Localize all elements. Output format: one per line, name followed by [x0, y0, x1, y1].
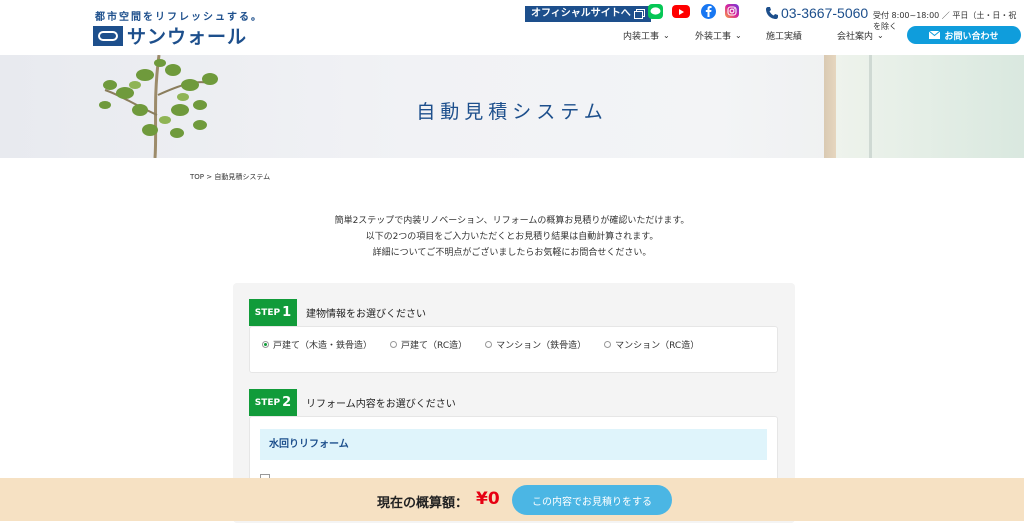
nav-label: 外装工事	[695, 32, 732, 42]
intro-line: 詳細についてご不明点がございましたらお気軽にお問合せください。	[372, 248, 652, 258]
nav-company[interactable]: 会社案内 ⌄	[837, 29, 884, 42]
nav-label: 会社案内	[837, 32, 874, 42]
step1-header: STEP 1 建物情報をお選びください	[249, 299, 426, 326]
nav-works[interactable]: 施工実績	[766, 29, 802, 42]
phone-icon	[766, 7, 778, 19]
section-water-reform: 水回りリフォーム	[260, 429, 767, 460]
chevron-down-icon: ⌄	[735, 31, 742, 40]
line-icon[interactable]	[648, 4, 663, 19]
nav-label: 内装工事	[623, 32, 660, 42]
radio-wood-steel-house[interactable]: 戸建て（木造・鉄骨造）	[262, 338, 372, 351]
step1-badge: STEP 1	[249, 299, 297, 326]
logo-mark-icon	[93, 25, 123, 46]
hero-banner: 自動見積システム	[0, 55, 1024, 158]
youtube-icon[interactable]	[672, 5, 690, 18]
breadcrumb[interactable]: TOP > 自動見積システム	[190, 172, 270, 182]
radio-dot[interactable]	[485, 341, 493, 348]
radio-dot[interactable]	[390, 341, 398, 348]
radio-dot[interactable]	[262, 341, 269, 348]
site-logo[interactable]: サンウォール	[93, 22, 247, 49]
logo-tagline: 都市空間をリフレッシュする。	[95, 12, 263, 23]
chevron-down-icon: ⌄	[663, 31, 670, 40]
step2-header: STEP 2 リフォーム内容をお選びください	[249, 389, 456, 416]
official-site-label: オフィシャルサイトへ	[531, 8, 631, 19]
nav-exterior[interactable]: 外装工事 ⌄	[695, 29, 742, 42]
step2-title: リフォーム内容をお選びください	[306, 399, 456, 410]
mail-icon	[929, 31, 941, 39]
radio-rc-mansion[interactable]: マンション（RC造）	[604, 338, 699, 351]
estimate-label: 現在の概算額：	[377, 496, 469, 511]
official-site-button[interactable]: オフィシャルサイトへ	[525, 6, 651, 22]
radio-steel-mansion[interactable]: マンション（鉄骨造）	[485, 338, 586, 351]
intro-line: 以下の2つの項目をご入力いただくとお見積り結果は自動計算されます。	[365, 232, 659, 242]
building-type-options: 戸建て（木造・鉄骨造） 戸建て（RC造） マンション（鉄骨造） マンション（RC…	[262, 338, 699, 351]
intro-line: 簡単2ステップで内装リノベーション、リフォームの概算お見積りが確認いただけます。	[334, 216, 690, 226]
logo-text: サンウォール	[127, 26, 248, 48]
radio-rc-house[interactable]: 戸建て（RC造）	[390, 338, 467, 351]
nav-interior[interactable]: 内装工事 ⌄	[623, 29, 670, 42]
page-title: 自動見積システム	[416, 101, 608, 123]
intro-text: 簡単2ステップで内装リノベーション、リフォームの概算お見積りが確認いただけます。…	[0, 213, 1024, 261]
external-window-icon	[633, 9, 645, 19]
facebook-icon[interactable]	[701, 4, 716, 19]
contact-label: お問い合わせ	[944, 31, 999, 42]
nav-label: 施工実績	[766, 32, 803, 42]
step1-title: 建物情報をお選びください	[306, 309, 426, 320]
step2-badge: STEP 2	[249, 389, 297, 416]
site-header: 都市空間をリフレッシュする。 サンウォール オフィシャルサイトへ 03-3667…	[0, 0, 1024, 55]
contact-button[interactable]: お問い合わせ	[907, 26, 1021, 44]
estimate-value: ¥0	[476, 489, 500, 509]
radio-dot[interactable]	[604, 341, 612, 348]
estimate-bar: 現在の概算額： ¥0 この内容でお見積りをする	[0, 478, 1024, 521]
phone-number: 03-3667-5060	[781, 5, 869, 21]
chevron-down-icon: ⌄	[877, 31, 884, 40]
request-estimate-button[interactable]: この内容でお見積りをする	[512, 485, 672, 515]
phone-contact[interactable]: 03-3667-5060	[765, 5, 868, 21]
instagram-icon[interactable]	[725, 4, 739, 18]
